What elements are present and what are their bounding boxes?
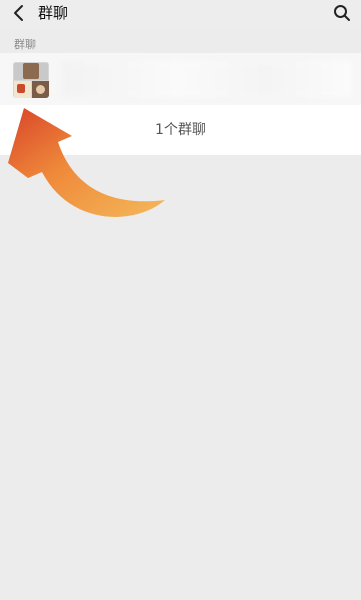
section-label: 群聊	[14, 38, 36, 51]
page-title: 群聊	[38, 4, 69, 22]
chevron-left-icon	[14, 5, 23, 21]
search-icon	[334, 5, 350, 21]
group-name-blurred	[62, 61, 352, 97]
group-avatar	[13, 62, 49, 98]
back-button[interactable]	[8, 2, 30, 24]
curved-arrow-annotation	[8, 108, 165, 217]
search-button[interactable]	[331, 2, 353, 24]
header-bar: 群聊	[0, 0, 361, 28]
